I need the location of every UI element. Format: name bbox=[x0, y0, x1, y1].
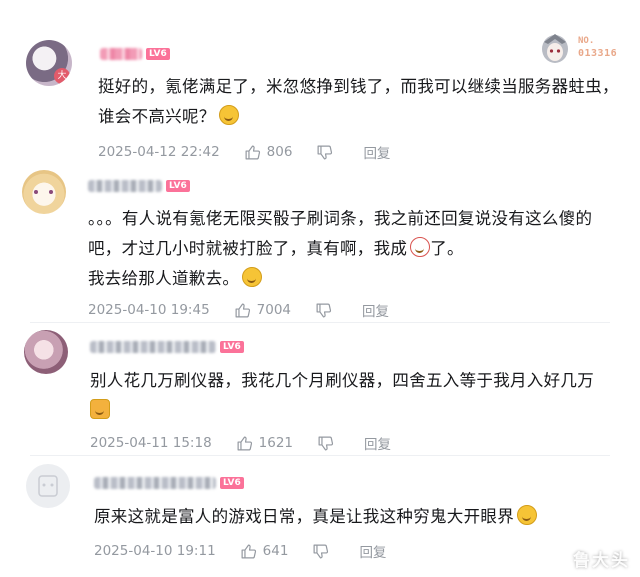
reply-button[interactable]: 回复 bbox=[364, 433, 391, 453]
comment-item: 大 LV6 NO. 013316 挺好的，氪佬满足了，米忽悠挣到钱了，而我可以继… bbox=[0, 0, 640, 170]
like-button[interactable]: 641 bbox=[240, 543, 289, 560]
comment-meta: 2025-04-11 15:18 1621 回复 bbox=[90, 433, 391, 453]
default-avatar-icon bbox=[38, 475, 58, 497]
comment-meta: 2025-04-10 19:11 641 回复 bbox=[94, 541, 386, 561]
username-redacted[interactable] bbox=[88, 180, 162, 192]
avatar[interactable]: 大 bbox=[26, 40, 72, 86]
username-redacted[interactable] bbox=[100, 48, 142, 60]
thumbs-up-icon bbox=[245, 145, 260, 159]
fan-badge: NO. 013316 bbox=[538, 30, 628, 66]
level-badge: LV6 bbox=[146, 48, 170, 60]
thumbs-up-icon bbox=[241, 544, 256, 558]
like-button[interactable]: 1621 bbox=[236, 435, 293, 452]
thumbs-down-icon bbox=[317, 145, 333, 159]
level-badge: LV6 bbox=[166, 180, 190, 192]
badge-number: 013316 bbox=[578, 48, 618, 59]
avatar[interactable] bbox=[22, 170, 66, 214]
smirk-emoji-icon bbox=[218, 105, 239, 125]
comment-text: 别人花几万刷仪器，我花几个月刷仪器，四舍五入等于我月入好几万 bbox=[90, 366, 594, 426]
watermark: 鲁大头 bbox=[573, 551, 630, 571]
comment-date: 2025-04-10 19:11 bbox=[94, 543, 216, 559]
comment-text: 原来这就是富人的游戏日常，真是让我这种穷鬼大开眼界 bbox=[94, 502, 537, 532]
reply-button[interactable]: 回复 bbox=[363, 142, 390, 162]
clown-emoji-icon bbox=[410, 237, 431, 257]
divider bbox=[30, 322, 610, 323]
dislike-button[interactable] bbox=[312, 543, 335, 560]
avatar[interactable] bbox=[26, 464, 70, 508]
like-count: 806 bbox=[266, 144, 293, 160]
thumbs-down-icon bbox=[313, 544, 329, 558]
like-count: 641 bbox=[262, 543, 289, 559]
comment-text: 。。。有人说有氪佬无限买骰子刷词条，我之前还回复说没有这么傻的 吧，才过几小时就… bbox=[88, 209, 593, 288]
avatar[interactable] bbox=[24, 330, 68, 374]
comment-date: 2025-04-11 15:18 bbox=[90, 435, 212, 451]
divider bbox=[30, 455, 610, 456]
badge-prefix: NO. bbox=[578, 36, 595, 46]
comment-meta: 2025-04-12 22:42 806 回复 bbox=[98, 142, 390, 162]
username-redacted[interactable] bbox=[90, 341, 216, 353]
thumbs-down-icon bbox=[318, 436, 334, 450]
like-button[interactable]: 806 bbox=[244, 144, 293, 161]
dislike-button[interactable] bbox=[316, 144, 339, 161]
thumbs-down-icon bbox=[316, 303, 332, 317]
character-badge-icon bbox=[542, 34, 568, 63]
reply-button[interactable]: 回复 bbox=[359, 541, 386, 561]
like-count: 1621 bbox=[258, 435, 294, 451]
thumbs-up-icon bbox=[235, 303, 250, 317]
comment-date: 2025-04-10 19:45 bbox=[88, 302, 210, 318]
comment-date: 2025-04-12 22:42 bbox=[98, 144, 220, 160]
level-badge: LV6 bbox=[220, 341, 244, 353]
username-redacted[interactable] bbox=[94, 477, 216, 489]
comment-text: 挺好的，氪佬满足了，米忽悠挣到钱了，而我可以继续当服务器蛀虫， 谁会不高兴呢？ bbox=[98, 77, 619, 126]
dislike-button[interactable] bbox=[317, 435, 340, 452]
cry-laugh-emoji-icon bbox=[242, 267, 263, 287]
cry-laugh-emoji-icon bbox=[517, 505, 537, 525]
thumbs-up-icon bbox=[237, 436, 252, 450]
dislike-button[interactable] bbox=[315, 302, 338, 319]
like-button[interactable]: 7004 bbox=[234, 302, 291, 319]
comment-meta: 2025-04-10 19:45 7004 回复 bbox=[88, 300, 389, 320]
level-badge: LV6 bbox=[220, 477, 244, 489]
dog-emoji-icon bbox=[90, 399, 110, 419]
like-count: 7004 bbox=[256, 302, 292, 318]
reply-button[interactable]: 回复 bbox=[362, 300, 389, 320]
